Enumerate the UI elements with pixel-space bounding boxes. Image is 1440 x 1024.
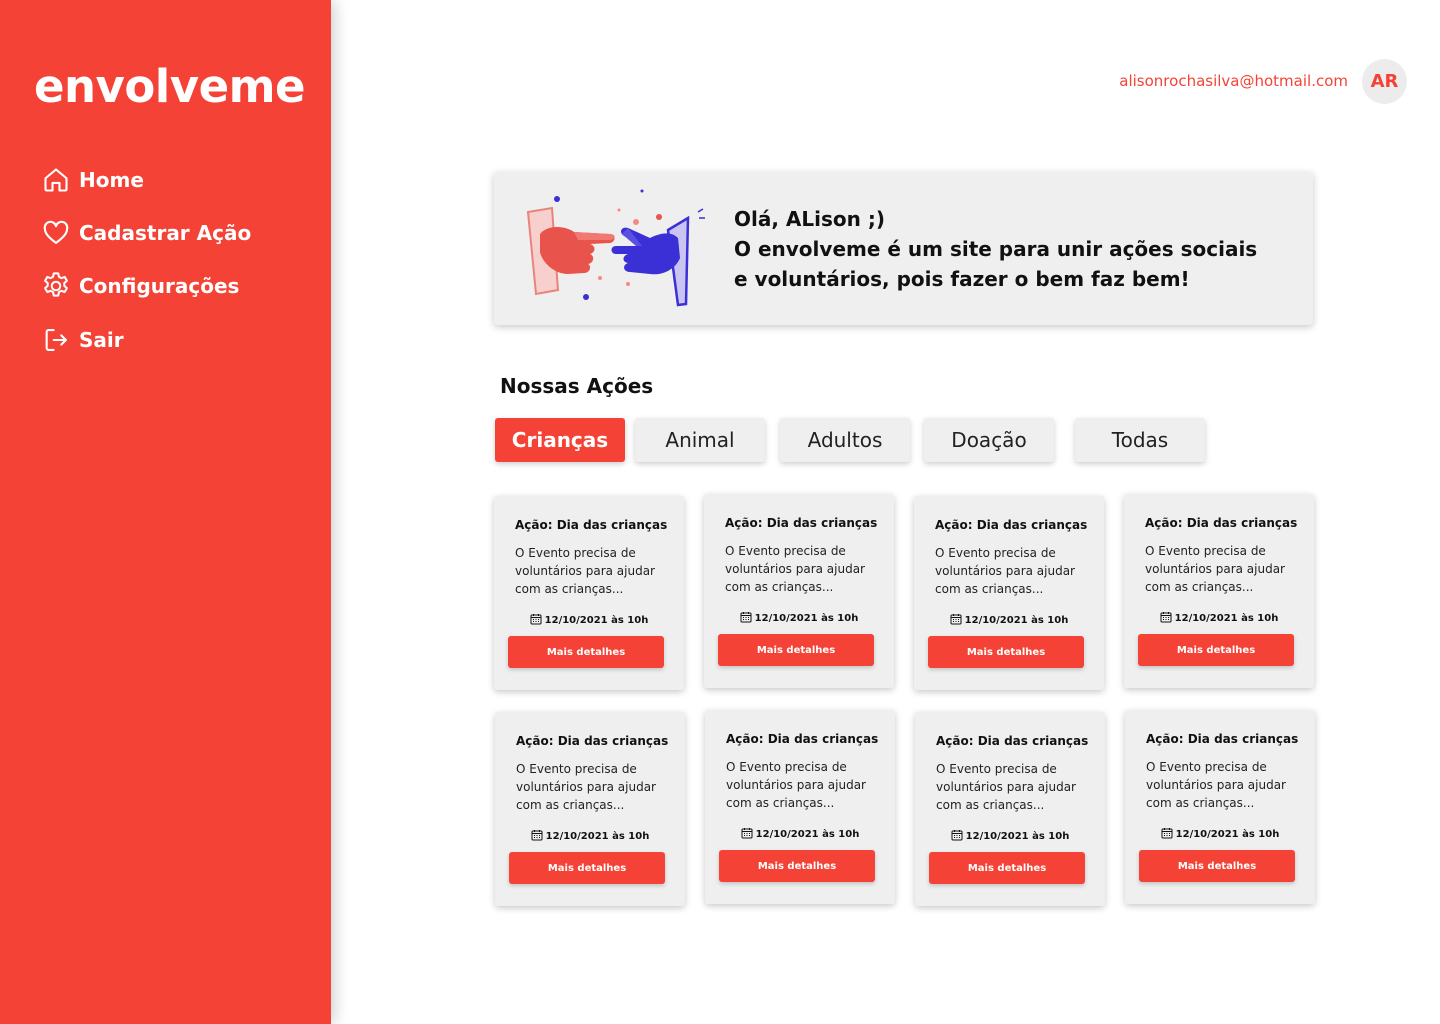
banner-description-line1: O envolveme é um site para unir ações so…: [734, 237, 1258, 261]
card-date-text: 12/10/2021 às 10h: [1175, 829, 1280, 840]
card-title: Ação: Dia das crianças: [936, 734, 1089, 748]
card-description: O Evento precisa de voluntários para aju…: [1145, 544, 1285, 594]
sidebar-item-configuracoes[interactable]: Configurações: [40, 270, 239, 302]
hands-illustration: [526, 189, 705, 307]
section-title: Nossas Ações: [500, 374, 654, 398]
card-title: Ação: Dia das crianças: [516, 734, 669, 748]
sidebar-item-label: Configurações: [79, 274, 240, 298]
banner-description-line2: e voluntários, pois fazer o bem faz bem!: [734, 267, 1190, 291]
action-card: Ação: Dia das crianças O Evento precisa …: [1125, 710, 1315, 904]
calendar-icon: [740, 612, 752, 623]
details-button[interactable]: Mais detalhes: [929, 852, 1085, 884]
sidebar-item-cadastrar-acao[interactable]: Cadastrar Ação: [40, 217, 251, 249]
card-title: Ação: Dia das crianças: [935, 518, 1088, 532]
card-date: 12/10/2021 às 10h: [704, 611, 894, 624]
calendar-icon: [950, 614, 962, 625]
sidebar: envolveme Home Cadastrar Ação Configuraç…: [0, 0, 331, 1024]
action-card: Ação: Dia das crianças O Evento precisa …: [915, 712, 1105, 906]
sidebar-item-home[interactable]: Home: [40, 164, 144, 196]
tab-doacao[interactable]: Doação: [924, 418, 1054, 462]
action-card: Ação: Dia das crianças O Evento precisa …: [495, 712, 685, 906]
action-card: Ação: Dia das crianças O Evento precisa …: [704, 494, 894, 688]
card-date-text: 12/10/2021 às 10h: [755, 829, 860, 840]
details-button[interactable]: Mais detalhes: [719, 850, 875, 882]
details-button[interactable]: Mais detalhes: [1138, 634, 1294, 666]
heart-icon: [40, 217, 72, 249]
greeting: Olá, ALison ;): [734, 207, 885, 231]
tab-adultos[interactable]: Adultos: [780, 418, 910, 462]
avatar[interactable]: AR: [1362, 59, 1407, 104]
details-button[interactable]: Mais detalhes: [508, 636, 664, 668]
logout-icon: [40, 324, 72, 356]
details-button[interactable]: Mais detalhes: [718, 634, 874, 666]
card-date: 12/10/2021 às 10h: [915, 829, 1105, 842]
card-date: 12/10/2021 às 10h: [914, 613, 1104, 626]
app-logo[interactable]: envolveme: [34, 60, 306, 113]
card-date: 12/10/2021 às 10h: [1124, 611, 1314, 624]
card-description: O Evento precisa de voluntários para aju…: [726, 760, 866, 810]
card-date: 12/10/2021 às 10h: [495, 829, 685, 842]
card-date-text: 12/10/2021 às 10h: [964, 615, 1069, 626]
banner-text: Olá, ALison ;) O envolveme é um site par…: [734, 204, 1294, 294]
sidebar-item-sair[interactable]: Sair: [40, 324, 124, 356]
card-date: 12/10/2021 às 10h: [494, 613, 684, 626]
card-date-text: 12/10/2021 às 10h: [1174, 613, 1279, 624]
calendar-icon: [531, 830, 543, 841]
action-card: Ação: Dia das crianças O Evento precisa …: [1124, 494, 1314, 688]
card-description: O Evento precisa de voluntários para aju…: [1146, 760, 1286, 810]
tab-todas[interactable]: Todas: [1075, 418, 1205, 462]
card-description: O Evento precisa de voluntários para aju…: [515, 546, 655, 596]
card-date: 12/10/2021 às 10h: [1125, 827, 1315, 840]
card-date-text: 12/10/2021 às 10h: [965, 831, 1070, 842]
sidebar-item-label: Home: [79, 168, 144, 192]
sidebar-item-label: Sair: [79, 328, 124, 352]
gear-icon: [40, 270, 72, 302]
card-title: Ação: Dia das crianças: [1145, 516, 1298, 530]
card-title: Ação: Dia das crianças: [726, 732, 879, 746]
calendar-icon: [951, 830, 963, 841]
welcome-banner: Olá, ALison ;) O envolveme é um site par…: [494, 172, 1313, 325]
card-description: O Evento precisa de voluntários para aju…: [935, 546, 1075, 596]
card-description: O Evento precisa de voluntários para aju…: [725, 544, 865, 594]
details-button[interactable]: Mais detalhes: [928, 636, 1084, 668]
calendar-icon: [1161, 828, 1173, 839]
calendar-icon: [741, 828, 753, 839]
home-icon: [40, 164, 72, 196]
card-description: O Evento precisa de voluntários para aju…: [516, 762, 656, 812]
calendar-icon: [1160, 612, 1172, 623]
details-button[interactable]: Mais detalhes: [1139, 850, 1295, 882]
user-email[interactable]: alisonrochasilva@hotmail.com: [1100, 72, 1348, 90]
sidebar-item-label: Cadastrar Ação: [79, 221, 252, 245]
action-card: Ação: Dia das crianças O Evento precisa …: [494, 496, 684, 690]
card-date: 12/10/2021 às 10h: [705, 827, 895, 840]
card-title: Ação: Dia das crianças: [1146, 732, 1299, 746]
tab-criancas[interactable]: Crianças: [495, 418, 625, 462]
calendar-icon: [530, 614, 542, 625]
action-card: Ação: Dia das crianças O Evento precisa …: [705, 710, 895, 904]
card-description: O Evento precisa de voluntários para aju…: [936, 762, 1076, 812]
tab-animal[interactable]: Animal: [635, 418, 765, 462]
card-title: Ação: Dia das crianças: [515, 518, 668, 532]
card-title: Ação: Dia das crianças: [725, 516, 878, 530]
card-date-text: 12/10/2021 às 10h: [754, 613, 859, 624]
action-card: Ação: Dia das crianças O Evento precisa …: [914, 496, 1104, 690]
card-date-text: 12/10/2021 às 10h: [545, 831, 650, 842]
details-button[interactable]: Mais detalhes: [509, 852, 665, 884]
card-date-text: 12/10/2021 às 10h: [544, 615, 649, 626]
